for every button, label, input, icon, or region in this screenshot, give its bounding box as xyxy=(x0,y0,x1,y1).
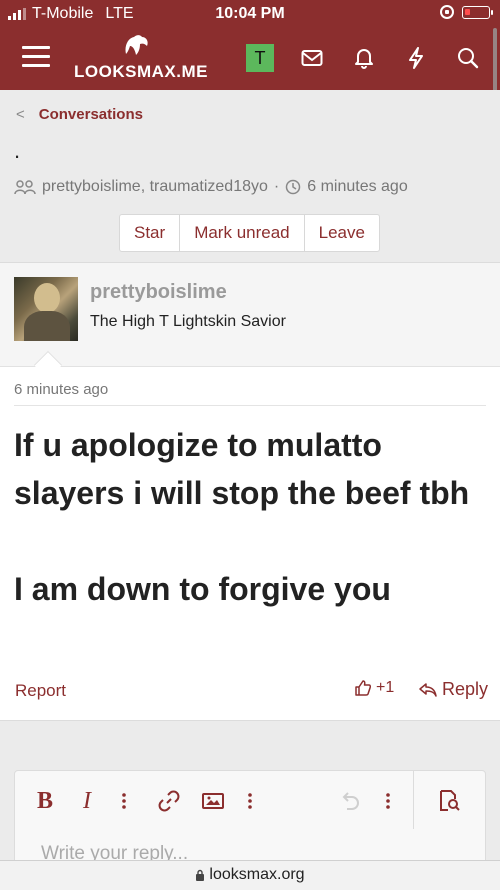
breadcrumb[interactable]: < Conversations xyxy=(16,106,143,123)
react-button[interactable]: +1 xyxy=(354,679,394,697)
search-icon[interactable] xyxy=(454,44,482,72)
message-user-block: prettyboislime The High T Lightskin Savi… xyxy=(0,263,500,367)
bell-icon[interactable] xyxy=(350,44,378,72)
message-author[interactable]: prettyboislime xyxy=(90,281,227,304)
reply-label: Reply xyxy=(442,679,489,699)
top-bar: T-Mobile LTE 10:04 PM LOOKSMAX.ME T xyxy=(0,0,500,90)
author-user-title: The High T Lightskin Savior xyxy=(90,313,286,330)
menu-icon[interactable] xyxy=(22,46,50,70)
rotation-lock-icon xyxy=(440,5,454,19)
status-bar: T-Mobile LTE 10:04 PM xyxy=(0,0,500,30)
site-name: LOOKSMAX.ME xyxy=(74,62,208,81)
reply-button[interactable]: Reply xyxy=(418,679,488,700)
site-nav: LOOKSMAX.ME T xyxy=(0,30,500,90)
reply-icon xyxy=(419,682,437,697)
star-button[interactable]: Star xyxy=(120,215,181,251)
more-options-icon[interactable] xyxy=(115,787,133,815)
thumbs-up-icon xyxy=(355,680,372,696)
site-logo[interactable]: LOOKSMAX.ME xyxy=(74,34,208,86)
lock-icon xyxy=(196,869,205,881)
breadcrumb-conversations[interactable]: Conversations xyxy=(39,106,143,123)
more-options-icon[interactable] xyxy=(241,787,259,815)
message: prettyboislime The High T Lightskin Savi… xyxy=(0,262,500,720)
logo-hair-icon xyxy=(125,35,148,55)
section-separator xyxy=(0,720,500,756)
reaction-count: +1 xyxy=(376,679,395,696)
bolt-icon[interactable] xyxy=(402,44,430,72)
undo-icon[interactable] xyxy=(337,787,363,815)
envelope-icon[interactable] xyxy=(298,44,326,72)
conversation-title: . xyxy=(14,138,21,163)
participants-list[interactable]: prettyboislime, traumatized18yo xyxy=(42,178,268,196)
url-text: looksmax.org xyxy=(209,866,305,883)
more-options-icon[interactable] xyxy=(379,787,397,815)
editor-toolbar: B I xyxy=(15,771,485,829)
status-time: 10:04 PM xyxy=(215,5,285,22)
bold-button[interactable]: B xyxy=(33,787,57,815)
chevron-left-icon: < xyxy=(16,106,25,123)
toolbar-divider xyxy=(413,771,414,829)
message-time[interactable]: 6 minutes ago xyxy=(14,381,108,398)
status-right xyxy=(440,5,493,19)
link-icon[interactable] xyxy=(155,787,183,815)
message-line: I am down to forgive you xyxy=(14,571,391,607)
conversation-meta: prettyboislime, traumatized18yo · 6 minu… xyxy=(14,178,408,196)
report-link[interactable]: Report xyxy=(15,681,66,701)
user-avatar-button[interactable]: T xyxy=(246,44,274,72)
avatar[interactable] xyxy=(14,277,78,341)
image-icon[interactable] xyxy=(199,787,227,815)
message-line: If u apologize to mulatto slayers i will… xyxy=(14,427,470,511)
conversation-time: 6 minutes ago xyxy=(307,178,408,195)
browser-url-bar[interactable]: looksmax.org xyxy=(0,860,500,890)
message-body: If u apologize to mulatto slayers i will… xyxy=(14,421,474,613)
italic-button[interactable]: I xyxy=(75,787,99,815)
divider xyxy=(14,405,486,406)
mark-unread-button[interactable]: Mark unread xyxy=(180,215,305,251)
battery-icon xyxy=(462,5,493,19)
preview-icon[interactable] xyxy=(435,787,463,815)
message-actions: Report +1 Reply xyxy=(0,679,500,703)
leave-button[interactable]: Leave xyxy=(305,215,379,251)
participants-icon xyxy=(14,180,36,195)
conversation-header: < Conversations . prettyboislime, trauma… xyxy=(0,90,500,262)
clock-icon xyxy=(285,179,301,195)
meta-separator: · xyxy=(273,178,280,195)
conversation-actions: Star Mark unread Leave xyxy=(119,214,380,252)
